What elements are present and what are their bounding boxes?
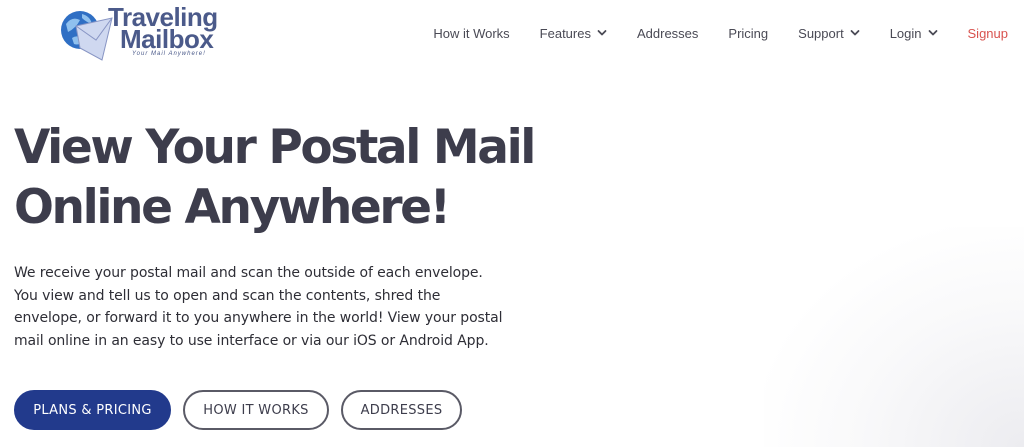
nav-support-label: Support [798,25,844,41]
nav-how-it-works-label: How it Works [433,25,510,41]
hero-title: View Your Postal Mail Online Anywhere! [14,118,536,238]
nav-signup-label: Signup [967,25,1008,41]
nav-how-it-works[interactable]: How it Works [433,26,509,41]
nav-signup[interactable]: Signup [968,26,1008,41]
hero-description-line: You view and tell us to open and scan th… [14,287,441,304]
plans-pricing-button[interactable]: PLANS & PRICING [14,390,171,430]
chevron-down-icon [928,30,937,36]
logo-name-line2: Mailbox [120,24,214,54]
how-it-works-button[interactable]: HOW IT WORKS [183,390,329,430]
hero-description-line: envelope, or forward it to you anywhere … [14,310,503,326]
site-header: Traveling Mailbox Your Mail Anywhere! Ho… [0,0,1024,68]
chevron-down-icon [597,30,607,36]
logo[interactable]: Traveling Mailbox Your Mail Anywhere! [58,4,218,64]
nav-features-label: Features [539,25,591,41]
hero-description-line: We receive your postal mail and scan the… [14,265,483,281]
nav-login[interactable]: Login [890,26,938,41]
logo-wordmark: Traveling Mailbox Your Mail Anywhere! [108,4,218,57]
nav-support[interactable]: Support [798,26,860,41]
background-gradient [764,227,1024,447]
nav-addresses[interactable]: Addresses [637,26,698,41]
chevron-down-icon [850,30,860,36]
hero-title-line: View Your Postal Mail [14,120,536,175]
nav-pricing[interactable]: Pricing [728,26,768,41]
nav-addresses-label: Addresses [636,25,699,41]
hero-cta-group: PLANS & PRICING HOW IT WORKS ADDRESSES [14,390,462,430]
hero-title-line: Online Anywhere! [14,180,451,235]
addresses-button[interactable]: ADDRESSES [341,390,462,430]
nav-login-label: Login [889,25,922,41]
nav-pricing-label: Pricing [728,25,769,41]
main-nav: How it Works Features Addresses Pricing … [433,22,1008,44]
hero-description-line: mail online in an easy to use interface … [14,332,489,349]
hero-description: We receive your postal mail and scan the… [14,262,514,352]
nav-features[interactable]: Features [540,26,607,41]
